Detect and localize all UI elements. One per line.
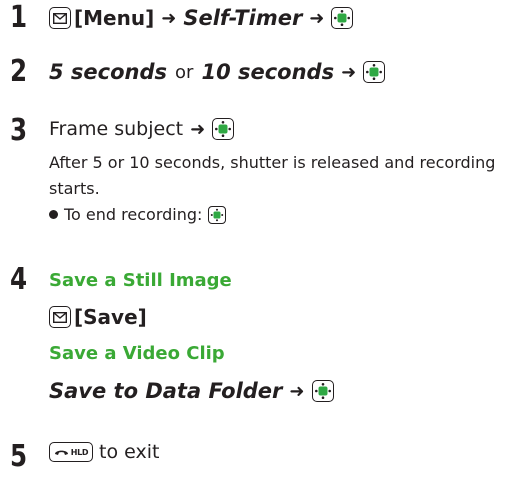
- ten-seconds-option: 10 seconds: [201, 60, 335, 84]
- right-arrow-icon: ➜: [341, 61, 357, 83]
- step-4-save-row: [Save]: [49, 305, 147, 329]
- step-2-number: 2: [10, 54, 28, 89]
- save-to-data-folder-label: Save to Data Folder: [49, 379, 283, 403]
- center-select-key-icon: [331, 7, 354, 29]
- center-select-key-icon: [208, 205, 227, 224]
- step-2-row: 5 seconds or 10 seconds ➜: [49, 60, 386, 84]
- step-3-row: Frame subject ➜: [49, 118, 235, 140]
- center-select-key-icon: [363, 61, 386, 83]
- exit-text: to exit: [99, 441, 160, 463]
- five-seconds-option: 5 seconds: [49, 60, 168, 84]
- step-1-row: [Menu] ➜ Self-Timer ➜: [49, 6, 354, 30]
- step-3-bullet-row: To end recording:: [49, 205, 227, 224]
- right-arrow-icon: ➜: [190, 118, 206, 140]
- right-arrow-icon: ➜: [289, 380, 305, 402]
- step-1-number: 1: [10, 0, 28, 35]
- save-video-clip-heading: Save a Video Clip: [49, 343, 225, 364]
- mail-key-icon: [49, 7, 71, 29]
- or-text: or: [175, 61, 194, 83]
- save-still-image-heading: Save a Still Image: [49, 270, 232, 291]
- step-4-heading-still: Save a Still Image: [49, 270, 232, 291]
- step-3-number: 3: [10, 113, 28, 148]
- step-5-number: 5: [10, 439, 28, 474]
- step-4-video-row: Save to Data Folder ➜: [49, 379, 334, 403]
- right-arrow-icon: ➜: [309, 7, 325, 29]
- save-label: [Save]: [74, 305, 147, 329]
- step-4-number: 4: [10, 262, 28, 297]
- end-recording-text: To end recording:: [64, 205, 203, 224]
- step-5-row: HLD to exit: [49, 441, 159, 463]
- end-key-label: HLD: [70, 447, 89, 457]
- step-4-heading-video: Save a Video Clip: [49, 343, 225, 364]
- self-timer-label: Self-Timer: [183, 6, 303, 30]
- center-select-key-icon: [212, 118, 235, 140]
- frame-subject-text: Frame subject: [49, 118, 184, 140]
- right-arrow-icon: ➜: [161, 7, 177, 29]
- step-3-description: After 5 or 10 seconds, shutter is releas…: [49, 153, 496, 198]
- center-select-key-icon: [311, 380, 334, 402]
- end-key-icon: HLD: [49, 442, 93, 462]
- mail-key-icon: [49, 306, 71, 328]
- bullet-icon: [49, 210, 58, 219]
- menu-label: [Menu]: [74, 6, 155, 30]
